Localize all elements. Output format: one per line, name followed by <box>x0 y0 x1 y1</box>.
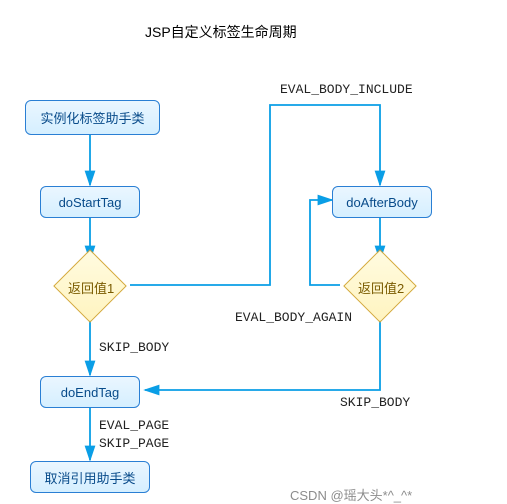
label-skip-page: SKIP_PAGE <box>99 436 169 451</box>
node-instantiate: 实例化标签助手类 <box>25 100 160 135</box>
arrows-layer <box>0 0 507 504</box>
label-skip-body-1: SKIP_BODY <box>99 340 169 355</box>
node-doAfterBody: doAfterBody <box>332 186 432 218</box>
label-eval-body-include: EVAL_BODY_INCLUDE <box>280 82 413 97</box>
label-eval-body-again: EVAL_BODY_AGAIN <box>235 310 352 325</box>
node-doStartTag: doStartTag <box>40 186 140 218</box>
watermark: CSDN @瑶大头*^_^* <box>290 485 412 504</box>
diagram-title: JSP自定义标签生命周期 <box>145 22 297 42</box>
label-eval-page: EVAL_PAGE <box>99 418 169 433</box>
label-skip-body-2: SKIP_BODY <box>340 395 410 410</box>
node-release: 取消引用助手类 <box>30 461 150 493</box>
decision-ret2-label: 返回值2 <box>358 278 404 297</box>
node-doEndTag: doEndTag <box>40 376 140 408</box>
flowchart-canvas: JSP自定义标签生命周期 实例化标签助手类 doStartTag doAfter… <box>0 0 507 504</box>
decision-ret1-label: 返回值1 <box>68 278 114 297</box>
